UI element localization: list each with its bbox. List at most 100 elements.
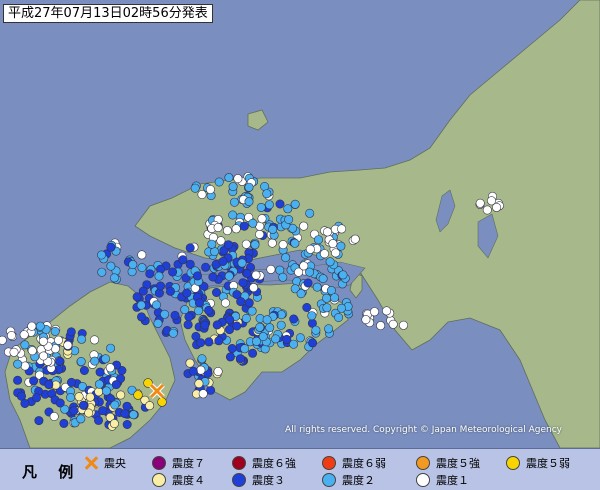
intensity-dot-icon bbox=[322, 473, 336, 487]
station-marker bbox=[213, 366, 223, 376]
station-marker bbox=[55, 398, 65, 408]
station-marker bbox=[84, 408, 94, 418]
station-marker bbox=[69, 406, 79, 416]
legend-title: 凡 例 bbox=[22, 463, 82, 481]
station-marker bbox=[475, 198, 485, 208]
legend-label: 震度２ bbox=[342, 474, 375, 487]
station-marker bbox=[207, 239, 217, 249]
station-marker bbox=[249, 283, 259, 293]
station-marker bbox=[256, 202, 266, 212]
station-marker bbox=[265, 323, 275, 333]
station-marker bbox=[248, 348, 258, 358]
station-marker bbox=[336, 303, 346, 313]
station-marker bbox=[67, 377, 77, 387]
station-marker bbox=[157, 397, 167, 407]
station-marker bbox=[233, 174, 243, 184]
station-marker bbox=[238, 278, 248, 288]
station-marker bbox=[49, 411, 59, 421]
issue-timestamp: 平成27年07月13日02時56分発表 bbox=[3, 4, 213, 23]
station-marker bbox=[271, 334, 281, 344]
intensity-dot-icon bbox=[416, 473, 430, 487]
station-marker bbox=[305, 208, 315, 218]
station-marker bbox=[120, 409, 130, 419]
station-marker bbox=[257, 214, 267, 224]
intensity-dot-icon bbox=[152, 456, 166, 470]
station-marker bbox=[242, 268, 252, 278]
station-marker bbox=[278, 272, 288, 282]
station-marker bbox=[101, 354, 111, 364]
station-marker bbox=[224, 271, 234, 281]
station-marker bbox=[290, 238, 300, 248]
station-marker bbox=[313, 235, 323, 245]
station-marker bbox=[255, 229, 265, 239]
station-marker bbox=[154, 271, 164, 281]
legend-item-int1: 震度１ bbox=[416, 472, 469, 488]
station-marker bbox=[482, 205, 492, 215]
station-marker bbox=[31, 393, 41, 403]
station-marker bbox=[225, 352, 235, 362]
legend-label: 震度１ bbox=[436, 474, 469, 487]
station-marker bbox=[289, 314, 299, 324]
station-marker bbox=[296, 289, 306, 299]
station-marker bbox=[284, 215, 294, 225]
station-marker bbox=[221, 298, 231, 308]
station-marker bbox=[200, 320, 210, 330]
station-marker bbox=[262, 189, 272, 199]
station-marker bbox=[214, 336, 224, 346]
station-marker bbox=[198, 389, 208, 399]
station-marker bbox=[76, 356, 86, 366]
station-marker bbox=[241, 313, 251, 323]
station-marker bbox=[212, 320, 222, 330]
station-marker bbox=[244, 182, 254, 192]
station-marker bbox=[325, 257, 335, 267]
station-marker bbox=[205, 185, 215, 195]
station-marker bbox=[250, 240, 260, 250]
station-marker bbox=[0, 335, 7, 345]
station-marker bbox=[336, 241, 346, 251]
station-marker bbox=[109, 419, 119, 429]
station-marker bbox=[369, 307, 379, 317]
station-marker bbox=[227, 343, 237, 353]
station-marker bbox=[34, 416, 44, 426]
station-marker bbox=[361, 315, 371, 325]
station-marker bbox=[222, 226, 232, 236]
station-marker bbox=[136, 300, 146, 310]
station-marker bbox=[193, 271, 203, 281]
legend-label: 震度６弱 bbox=[342, 457, 386, 470]
station-marker bbox=[145, 269, 155, 279]
intensity-dot-icon bbox=[416, 456, 430, 470]
copyright-notice: All rights reserved. Copyright © Japan M… bbox=[285, 425, 562, 435]
legend-item-int5minus: 震度５弱 bbox=[506, 455, 570, 471]
station-marker bbox=[268, 224, 278, 234]
station-marker bbox=[290, 199, 300, 209]
station-marker bbox=[244, 197, 254, 207]
station-marker bbox=[204, 305, 214, 315]
station-marker bbox=[122, 419, 132, 429]
station-marker bbox=[194, 306, 204, 316]
station-marker bbox=[168, 328, 178, 338]
legend-label: 震央 bbox=[104, 457, 126, 470]
station-marker bbox=[212, 287, 222, 297]
station-marker bbox=[262, 315, 272, 325]
station-marker bbox=[276, 320, 286, 330]
station-marker bbox=[101, 386, 111, 396]
legend-item-int6plus: 震度６強 bbox=[232, 455, 296, 471]
station-marker bbox=[137, 263, 147, 273]
station-marker bbox=[201, 262, 211, 272]
station-marker bbox=[223, 240, 233, 250]
station-marker bbox=[129, 410, 139, 420]
intensity-dot-icon bbox=[232, 473, 246, 487]
station-marker bbox=[388, 319, 398, 329]
station-marker bbox=[168, 267, 178, 277]
station-marker bbox=[382, 306, 392, 316]
station-marker bbox=[35, 321, 45, 331]
station-marker bbox=[184, 312, 194, 322]
station-marker bbox=[308, 338, 318, 348]
station-marker bbox=[105, 363, 115, 373]
station-marker bbox=[208, 272, 218, 282]
station-marker bbox=[224, 173, 234, 183]
station-marker bbox=[230, 197, 240, 207]
station-marker bbox=[94, 387, 104, 397]
station-marker bbox=[258, 332, 268, 342]
station-marker bbox=[282, 334, 292, 344]
